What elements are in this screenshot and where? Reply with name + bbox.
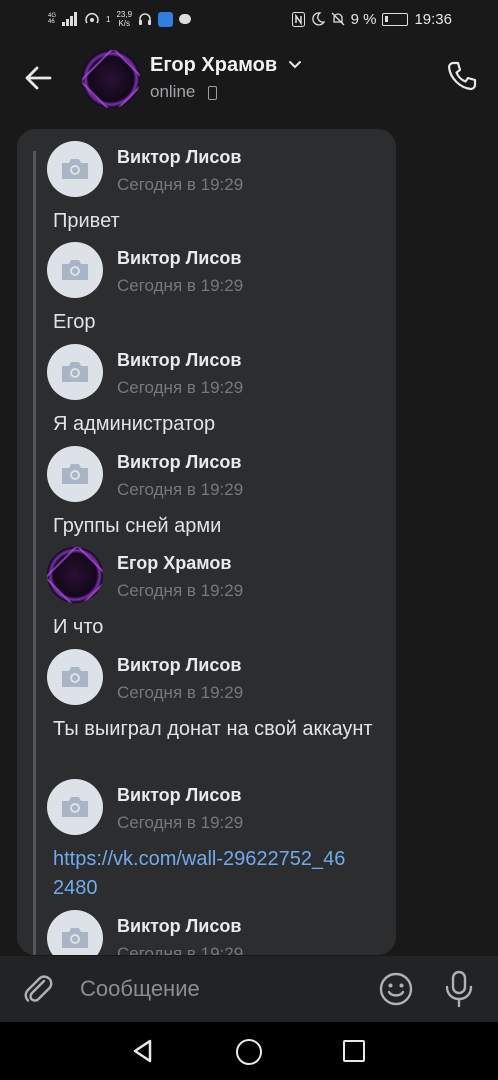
contact-name[interactable]: Егор Храмов bbox=[150, 54, 277, 77]
message-text: Егор bbox=[53, 311, 96, 333]
nfc-icon bbox=[291, 11, 305, 27]
online-status: online bbox=[150, 82, 196, 101]
message-time: Сегодня в 19:29 bbox=[117, 683, 244, 702]
smile-icon[interactable] bbox=[378, 971, 414, 1007]
avatar[interactable] bbox=[47, 242, 103, 298]
message-time: Сегодня в 19:29 bbox=[117, 175, 244, 194]
forwarded-messages-card[interactable]: Виктор Лисов Сегодня в 19:29 Привет Викт… bbox=[17, 129, 396, 955]
avatar[interactable] bbox=[82, 50, 140, 108]
notification-count: 1 bbox=[106, 14, 111, 24]
nav-back-icon[interactable] bbox=[130, 1038, 156, 1064]
nav-recents-icon[interactable] bbox=[343, 1040, 365, 1062]
nav-home-icon[interactable] bbox=[236, 1039, 262, 1065]
avatar[interactable] bbox=[47, 779, 103, 835]
message-author[interactable]: Виктор Лисов bbox=[117, 248, 241, 269]
message-bubble-icon bbox=[179, 14, 192, 24]
hotspot-icon bbox=[85, 13, 99, 24]
chat-screen: 4G 46 1 23,9 K/s 9 % 19:36 Егор Храмов o… bbox=[0, 0, 498, 1080]
mobile-device-icon bbox=[208, 86, 217, 100]
system-nav-bar bbox=[0, 1022, 498, 1080]
message-time: Сегодня в 19:29 bbox=[117, 581, 244, 600]
camera-icon bbox=[62, 260, 88, 280]
quote-bar bbox=[33, 151, 36, 955]
message-author[interactable]: Виктор Лисов bbox=[117, 147, 241, 168]
network-indicator: 4G 46 bbox=[48, 13, 57, 25]
camera-icon bbox=[62, 667, 88, 687]
avatar[interactable] bbox=[47, 547, 103, 603]
message-text: И что bbox=[53, 616, 104, 638]
message-time: Сегодня в 19:29 bbox=[117, 378, 244, 397]
camera-icon bbox=[62, 159, 88, 179]
message-text: Я администратор bbox=[53, 413, 216, 435]
signal-icon bbox=[62, 12, 78, 26]
message-author[interactable]: Виктор Лисов bbox=[117, 350, 241, 371]
avatar[interactable] bbox=[47, 910, 103, 955]
message-time: Сегодня в 19:29 bbox=[117, 944, 244, 955]
message-time: Сегодня в 19:29 bbox=[117, 480, 244, 499]
moon-icon bbox=[311, 12, 325, 26]
camera-icon bbox=[62, 928, 88, 948]
message-time: Сегодня в 19:29 bbox=[117, 276, 244, 295]
message-author[interactable]: Виктор Лисов bbox=[117, 916, 241, 937]
message-input[interactable] bbox=[70, 970, 360, 1008]
message-author[interactable]: Виктор Лисов bbox=[117, 655, 241, 676]
shield-icon bbox=[158, 11, 174, 27]
message-link[interactable]: https://vk.com/wall-29622752_462480 bbox=[53, 845, 353, 903]
message-text: Ты выиграл донат на свой аккаунт bbox=[53, 718, 373, 740]
avatar[interactable] bbox=[47, 649, 103, 705]
paperclip-icon[interactable] bbox=[20, 971, 56, 1007]
camera-icon bbox=[62, 464, 88, 484]
battery-icon bbox=[382, 12, 409, 26]
message-author[interactable]: Егор Храмов bbox=[117, 553, 231, 574]
mute-icon bbox=[331, 12, 345, 26]
chat-header: Егор Храмов online bbox=[0, 38, 498, 122]
message-text: Группы сней арми bbox=[53, 515, 222, 537]
headset-icon bbox=[139, 13, 152, 25]
battery-percent: 9 % bbox=[350, 10, 377, 28]
status-right: 9 % 19:36 bbox=[291, 10, 452, 28]
microphone-icon[interactable] bbox=[442, 970, 476, 1008]
message-author[interactable]: Виктор Лисов bbox=[117, 785, 241, 806]
camera-icon bbox=[62, 797, 88, 817]
avatar[interactable] bbox=[47, 141, 103, 197]
arrow-left-icon[interactable] bbox=[20, 60, 56, 96]
chevron-down-icon[interactable] bbox=[288, 60, 302, 70]
status-bar: 4G 46 1 23,9 K/s 9 % 19:36 bbox=[0, 0, 498, 38]
phone-icon[interactable] bbox=[444, 58, 480, 94]
status-left: 4G 46 1 23,9 K/s bbox=[48, 10, 192, 28]
message-composer bbox=[0, 956, 498, 1022]
speed-indicator: 23,9 K/s bbox=[116, 10, 133, 28]
message-text: Привет bbox=[53, 210, 120, 232]
message-author[interactable]: Виктор Лисов bbox=[117, 452, 241, 473]
message-time: Сегодня в 19:29 bbox=[117, 813, 244, 832]
camera-icon bbox=[62, 362, 88, 382]
avatar[interactable] bbox=[47, 446, 103, 502]
avatar[interactable] bbox=[47, 344, 103, 400]
status-time: 19:36 bbox=[414, 10, 452, 28]
